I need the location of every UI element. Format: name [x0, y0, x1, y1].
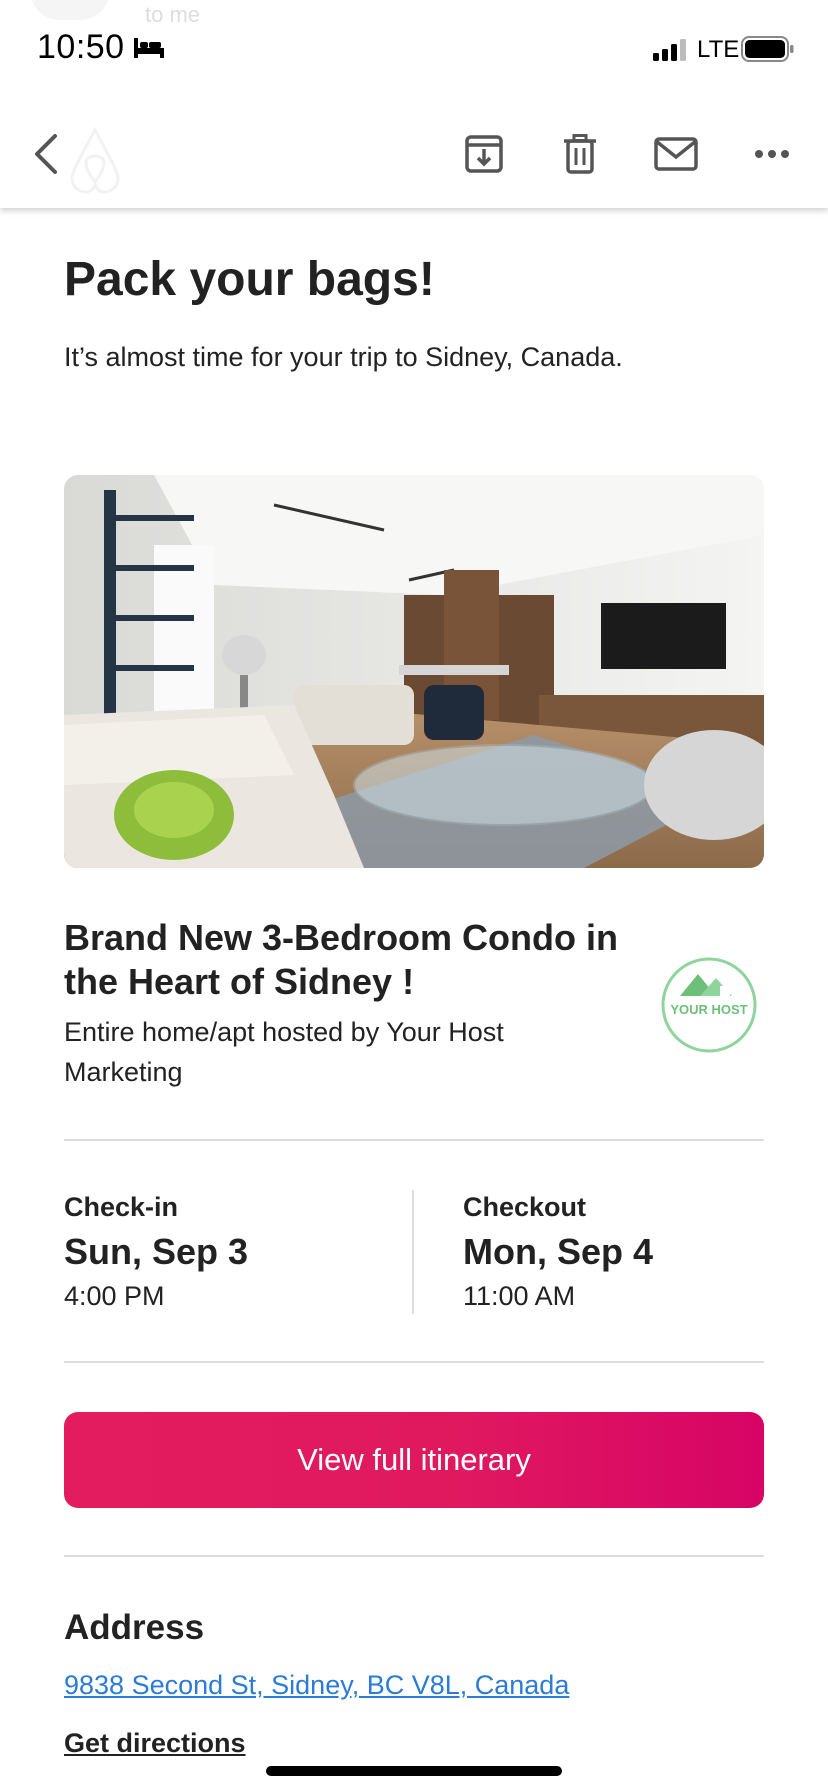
checkin-date: Sun, Sep 3 — [64, 1231, 249, 1272]
divider — [64, 1555, 764, 1557]
more-button[interactable] — [744, 126, 800, 182]
trash-icon — [564, 134, 596, 174]
back-button[interactable] — [18, 126, 74, 182]
checkin-time: 4:00 PM — [64, 1281, 165, 1311]
mail-icon — [654, 137, 698, 171]
address-heading: Address — [64, 1608, 205, 1647]
bed-icon — [134, 38, 164, 58]
home-indicator[interactable] — [266, 1766, 562, 1776]
status-time: 10:50 — [37, 28, 125, 66]
get-directions-link[interactable]: Get directions — [64, 1728, 246, 1759]
sender-avatar-faded — [30, 0, 110, 20]
more-icon — [755, 150, 789, 158]
back-icon — [35, 134, 57, 174]
vertical-divider — [412, 1190, 414, 1314]
delete-button[interactable] — [552, 126, 608, 182]
host-logo-text: YOUR HOST — [670, 1002, 747, 1017]
faded-header-text: to me — [145, 2, 201, 27]
divider — [64, 1139, 764, 1141]
email-subhead: It’s almost time for your trip to Sidney… — [64, 342, 623, 372]
email-headline: Pack your bags! — [64, 253, 435, 306]
listing-photo[interactable] — [64, 475, 764, 868]
checkin-section: Check-in Sun, Sep 3 4:00 PM — [64, 1192, 248, 1312]
checkout-section: Checkout Mon, Sep 4 11:00 AM — [463, 1192, 653, 1312]
archive-icon — [465, 135, 503, 173]
status-bar: to me 10:50 LTE — [0, 0, 828, 100]
signal-icon — [653, 39, 686, 61]
checkout-label: Checkout — [463, 1192, 587, 1222]
divider — [64, 1361, 764, 1363]
view-itinerary-button[interactable]: View full itinerary — [64, 1412, 764, 1508]
network-type: LTE — [697, 36, 740, 63]
email-toolbar — [0, 100, 828, 208]
mark-unread-button[interactable] — [648, 126, 704, 182]
listing-subtitle: Entire home/apt hosted by Your Host Mark… — [64, 1017, 504, 1087]
listing-title[interactable]: Brand New 3-Bedroom Condo in the Heart o… — [64, 916, 654, 1004]
battery-icon — [741, 36, 794, 62]
host-logo-icon: YOUR HOST — [661, 957, 757, 1053]
checkin-label: Check-in — [64, 1192, 179, 1222]
checkout-time: 11:00 AM — [463, 1281, 576, 1311]
archive-button[interactable] — [456, 126, 512, 182]
checkout-date: Mon, Sep 4 — [463, 1231, 654, 1272]
address-link[interactable]: 9838 Second St, Sidney, BC V8L, Canada — [64, 1670, 569, 1701]
